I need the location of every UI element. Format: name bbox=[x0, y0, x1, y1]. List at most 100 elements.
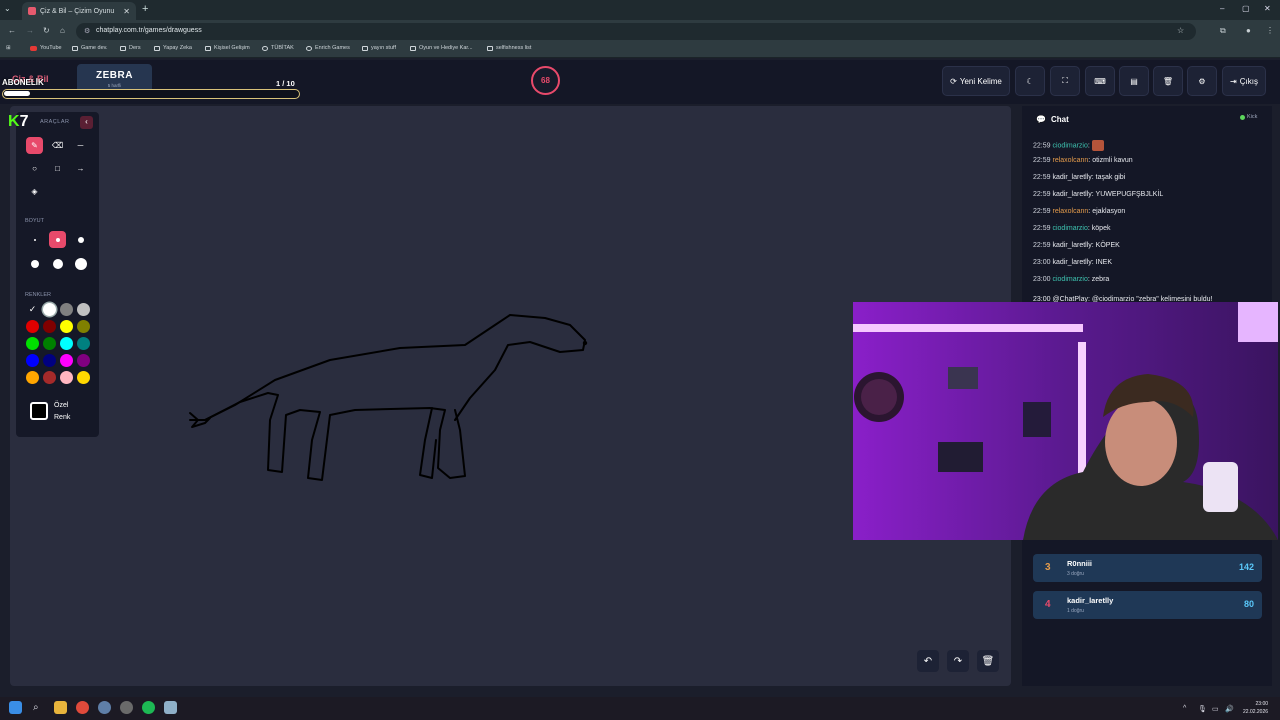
color-swatch[interactable] bbox=[77, 303, 90, 316]
chrome-icon[interactable] bbox=[76, 701, 89, 714]
fill-tool[interactable]: ◈ bbox=[26, 183, 43, 200]
color-swatch[interactable] bbox=[60, 337, 73, 350]
trash-icon: 🗑 bbox=[981, 655, 995, 667]
search-icon[interactable]: ⌕ bbox=[33, 702, 39, 713]
custom-color-label: Özel Renk bbox=[54, 402, 71, 421]
chat-username[interactable]: ciodimarzio bbox=[1052, 276, 1087, 283]
size-1[interactable] bbox=[26, 231, 43, 248]
chat-text: zebra bbox=[1091, 276, 1110, 283]
eraser-icon: ⌫ bbox=[51, 141, 64, 150]
chat-text: otizmli kavun bbox=[1092, 157, 1133, 164]
chat-message: 23:00 kadir_laretlly: INEK bbox=[1033, 259, 1113, 266]
app-icon[interactable] bbox=[164, 701, 177, 714]
redo-icon: ↷ bbox=[953, 655, 963, 667]
chat-username[interactable]: relaxolcann bbox=[1052, 157, 1088, 164]
arrow-icon: → bbox=[76, 164, 85, 173]
line-tool[interactable]: ─ bbox=[72, 137, 89, 154]
chat-time: 22:59 bbox=[1033, 242, 1051, 249]
color-swatch[interactable] bbox=[43, 354, 56, 367]
microphone-icon[interactable]: 🎙 bbox=[1198, 705, 1207, 713]
clear-canvas-button[interactable]: 🗑 bbox=[977, 650, 999, 672]
network-icon[interactable]: ▭ bbox=[1212, 705, 1219, 713]
app-icon[interactable] bbox=[120, 701, 133, 714]
chat-text: INEK bbox=[1095, 259, 1113, 266]
chat-username[interactable]: kadir_laretlly bbox=[1052, 259, 1091, 266]
chat-username[interactable]: kadir_laretlly bbox=[1052, 174, 1091, 181]
size-2[interactable] bbox=[49, 231, 66, 248]
color-swatch[interactable] bbox=[43, 303, 56, 316]
color-swatch[interactable] bbox=[77, 320, 90, 333]
emote-image bbox=[1091, 140, 1104, 151]
chat-username[interactable]: kadir_laretlly bbox=[1052, 242, 1091, 249]
arrow-tool[interactable]: → bbox=[72, 160, 89, 177]
size-6[interactable] bbox=[72, 255, 89, 272]
correct-count: 3 doğru bbox=[1067, 571, 1084, 577]
color-swatch[interactable] bbox=[77, 371, 90, 384]
clock[interactable]: 23:00 22.02.2026 bbox=[1243, 700, 1268, 716]
square-icon: □ bbox=[55, 164, 60, 173]
color-swatch[interactable] bbox=[60, 303, 73, 316]
rectangle-tool[interactable]: □ bbox=[49, 160, 66, 177]
size-dot bbox=[77, 236, 84, 243]
color-swatch[interactable] bbox=[26, 337, 39, 350]
chat-username[interactable]: relaxolcann bbox=[1052, 208, 1088, 215]
rank: 4 bbox=[1045, 599, 1051, 610]
chat-text: KÖPEK bbox=[1095, 242, 1120, 249]
chat-message: 22:59 relaxolcann: ejaklasyon bbox=[1033, 208, 1126, 215]
chat-time: 23:00 bbox=[1033, 276, 1051, 283]
chat-text: ejaklasyon bbox=[1092, 208, 1126, 215]
chat-time: 22:59 bbox=[1033, 208, 1051, 215]
kick-status: Kick bbox=[1240, 114, 1257, 120]
color-swatch[interactable] bbox=[43, 371, 56, 384]
color-swatch[interactable] bbox=[77, 354, 90, 367]
undo-button[interactable]: ↶ bbox=[917, 650, 939, 672]
color-swatch[interactable] bbox=[60, 354, 73, 367]
app-icon[interactable] bbox=[98, 701, 111, 714]
color-swatch[interactable] bbox=[26, 320, 39, 333]
collapse-panel-button[interactable]: ‹ bbox=[80, 116, 93, 129]
chat-username[interactable]: ciodimarzio bbox=[1052, 142, 1087, 149]
score-row: 4 kadir_laretlly 1 doğru 80 bbox=[1033, 591, 1262, 619]
start-icon[interactable] bbox=[9, 701, 22, 714]
circle-tool[interactable]: ○ bbox=[26, 160, 43, 177]
chat-time: 22:59 bbox=[1033, 191, 1051, 198]
color-swatch[interactable] bbox=[60, 371, 73, 384]
chat-username[interactable]: kadir_laretlly bbox=[1052, 191, 1091, 198]
chat-username[interactable]: ciodimarzio bbox=[1052, 225, 1087, 232]
size-4[interactable] bbox=[26, 255, 43, 272]
file-explorer-icon[interactable] bbox=[54, 701, 67, 714]
color-swatch[interactable] bbox=[26, 371, 39, 384]
volume-icon[interactable]: 🔊 bbox=[1225, 705, 1234, 713]
colors-heading: RENKLER bbox=[25, 292, 51, 298]
color-swatch[interactable] bbox=[43, 320, 56, 333]
redo-button[interactable]: ↷ bbox=[947, 650, 969, 672]
size-5[interactable] bbox=[49, 255, 66, 272]
chat-time: 22:59 bbox=[1033, 174, 1051, 181]
player-points: 80 bbox=[1243, 599, 1254, 609]
circle-icon: ○ bbox=[32, 164, 37, 173]
player-name: R0nniii bbox=[1067, 559, 1093, 568]
correct-count: 1 doğru bbox=[1067, 608, 1084, 614]
tray-chevron-icon[interactable]: ^ bbox=[1183, 705, 1186, 712]
size-3[interactable] bbox=[72, 231, 89, 248]
brush-tool[interactable]: ✎ bbox=[26, 137, 43, 154]
chat-message: 22:59 kadir_laretlly: YUWEPUGFŞBJLKİL bbox=[1033, 191, 1164, 198]
size-dot bbox=[74, 257, 87, 270]
eraser-tool[interactable]: ⌫ bbox=[49, 137, 66, 154]
stream-overlay-badge: K7 bbox=[8, 113, 29, 130]
color-swatch[interactable] bbox=[26, 354, 39, 367]
color-swatch[interactable] bbox=[43, 337, 56, 350]
chat-header: 💬 Chat bbox=[1036, 114, 1069, 124]
chat-time: 22:59 bbox=[1033, 157, 1051, 164]
spotify-icon[interactable] bbox=[142, 701, 155, 714]
chat-message: 22:59 ciodimarzio: bbox=[1033, 140, 1104, 151]
color-swatch[interactable] bbox=[77, 337, 90, 350]
size-dot bbox=[33, 238, 36, 241]
color-swatch[interactable]: ✓ bbox=[26, 303, 39, 316]
chat-text: köpek bbox=[1091, 225, 1111, 232]
custom-color-button[interactable] bbox=[30, 402, 48, 420]
color-swatch[interactable] bbox=[60, 320, 73, 333]
chat-message: 22:59 ciodimarzio: köpek bbox=[1033, 225, 1111, 232]
player-points: 142 bbox=[1238, 562, 1254, 572]
chat-message: 22:59 kadir_laretlly: KÖPEK bbox=[1033, 242, 1120, 249]
